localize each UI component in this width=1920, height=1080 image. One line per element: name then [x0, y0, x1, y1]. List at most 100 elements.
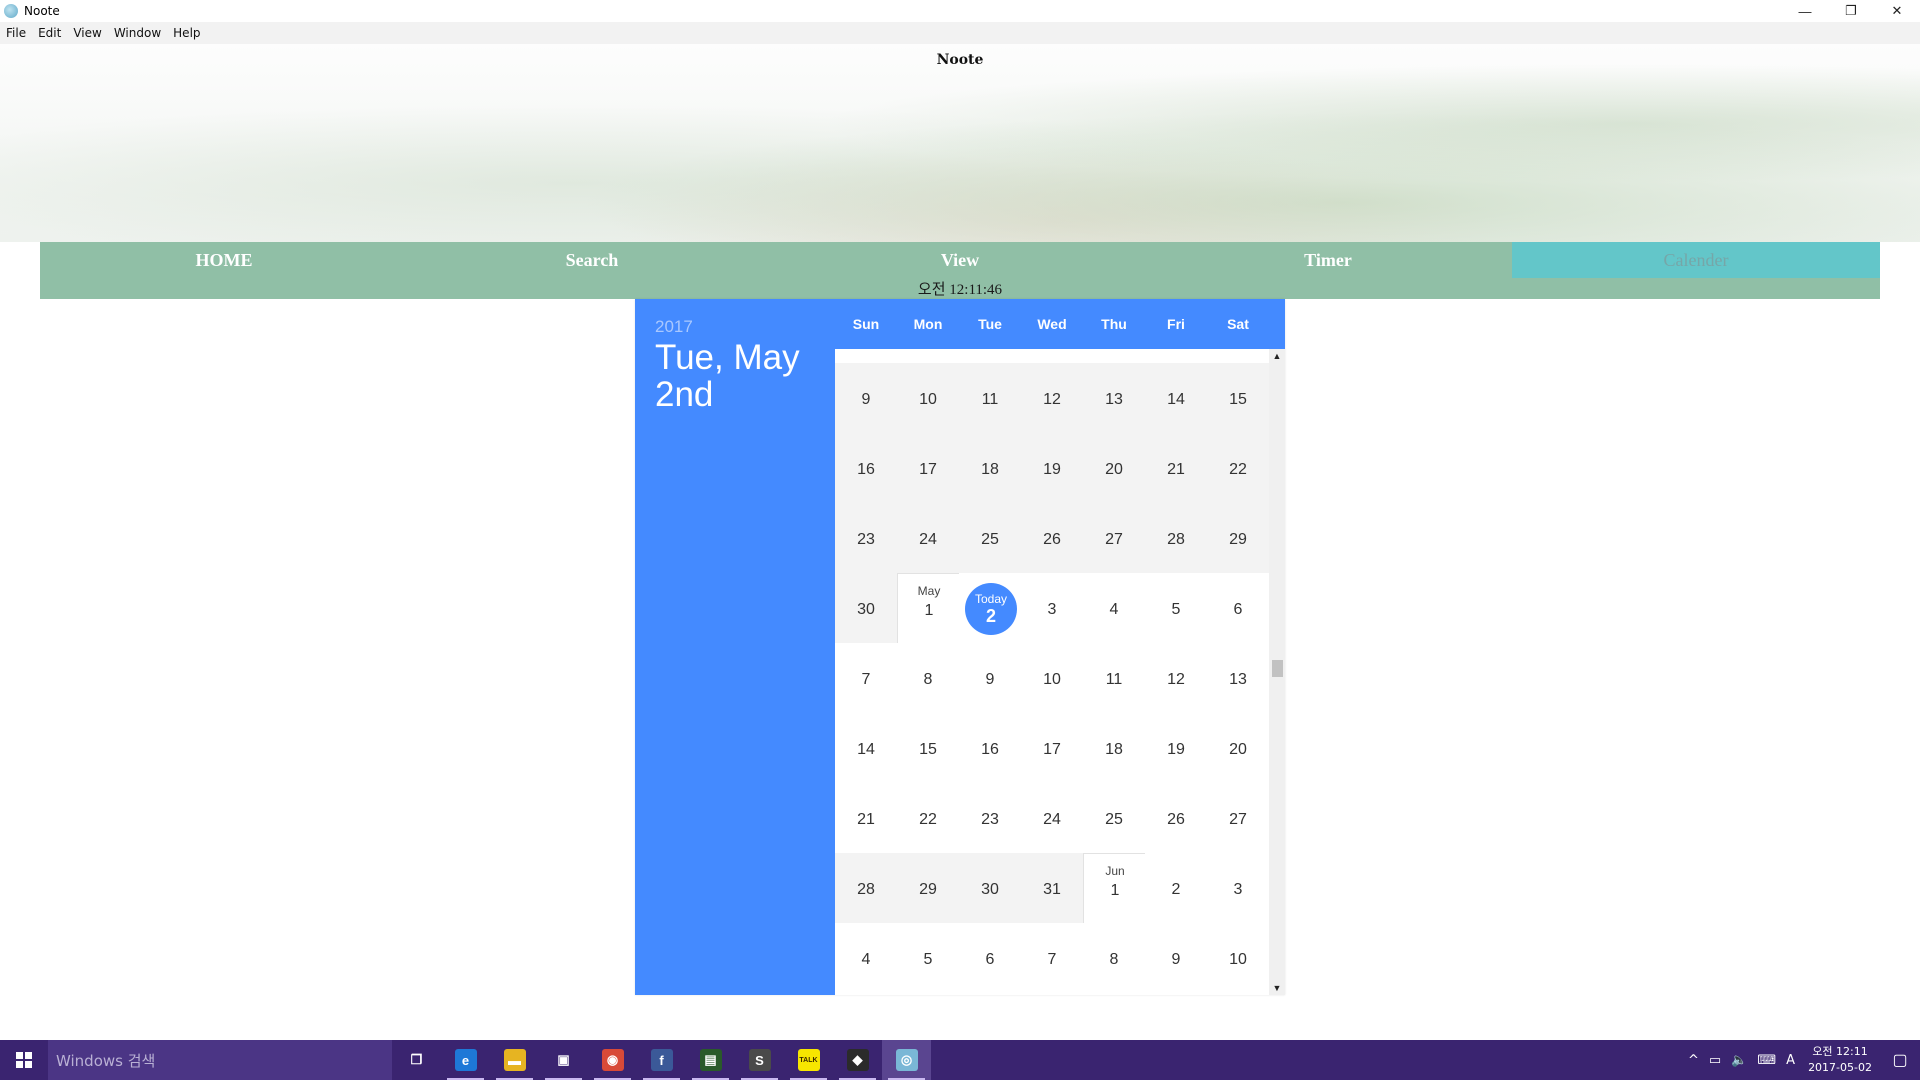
- battery-icon[interactable]: ▭: [1709, 1053, 1721, 1068]
- network-icon[interactable]: ⌨: [1757, 1053, 1776, 1068]
- taskbar-app-button[interactable]: S: [735, 1040, 784, 1080]
- day-cell[interactable]: 28: [835, 853, 897, 923]
- nav-home[interactable]: HOME: [40, 242, 408, 278]
- day-cell[interactable]: 27: [1083, 503, 1145, 573]
- day-cell[interactable]: 12: [1145, 643, 1207, 713]
- day-cell[interactable]: 3: [1021, 573, 1083, 643]
- nav-timer[interactable]: Timer: [1144, 242, 1512, 278]
- menu-view[interactable]: View: [73, 26, 101, 40]
- input-method-icon[interactable]: A: [1786, 1053, 1795, 1068]
- close-button[interactable]: ✕: [1874, 0, 1920, 22]
- day-cell[interactable]: 30: [835, 573, 897, 643]
- day-cell[interactable]: 23: [959, 783, 1021, 853]
- taskbar-app-button[interactable]: ◎: [882, 1040, 931, 1080]
- menu-help[interactable]: Help: [173, 26, 200, 40]
- day-cell[interactable]: 6: [1207, 573, 1269, 643]
- taskbar-app-button[interactable]: TALK: [784, 1040, 833, 1080]
- day-cell[interactable]: 21: [1145, 433, 1207, 503]
- day-cell[interactable]: 7: [1021, 923, 1083, 993]
- nav-view[interactable]: View: [776, 242, 1144, 278]
- day-cell[interactable]: 23: [835, 503, 897, 573]
- day-cell[interactable]: 10: [1021, 643, 1083, 713]
- day-cell[interactable]: 17: [897, 433, 959, 503]
- day-cell[interactable]: 30: [959, 853, 1021, 923]
- menu-file[interactable]: File: [6, 26, 26, 40]
- menu-edit[interactable]: Edit: [38, 26, 61, 40]
- day-cell[interactable]: 22: [897, 783, 959, 853]
- day-cell[interactable]: 12: [1021, 363, 1083, 433]
- notification-icon[interactable]: ▢: [1880, 1040, 1920, 1080]
- day-cell[interactable]: 26: [1021, 503, 1083, 573]
- scrollbar-thumb[interactable]: [1272, 660, 1283, 677]
- minimize-button[interactable]: —: [1782, 0, 1828, 22]
- day-cell[interactable]: 20: [1207, 713, 1269, 783]
- taskbar-app-button[interactable]: ◉: [588, 1040, 637, 1080]
- tray-overflow-icon[interactable]: ^: [1688, 1053, 1699, 1068]
- day-cell[interactable]: 9: [1145, 923, 1207, 993]
- day-cell[interactable]: 4: [1083, 573, 1145, 643]
- calendar-scrollbar[interactable]: ▲ ▼: [1269, 349, 1285, 995]
- restore-button[interactable]: ❐: [1828, 0, 1874, 22]
- day-cell[interactable]: 15: [897, 713, 959, 783]
- day-cell[interactable]: 13: [1083, 363, 1145, 433]
- day-cell[interactable]: 9: [959, 643, 1021, 713]
- day-cell[interactable]: 24: [897, 503, 959, 573]
- day-cell[interactable]: 11: [959, 363, 1021, 433]
- day-cell[interactable]: 8: [1083, 923, 1145, 993]
- day-cell[interactable]: 25: [959, 503, 1021, 573]
- taskbar-app-button[interactable]: e: [441, 1040, 490, 1080]
- day-cell[interactable]: 29: [1207, 503, 1269, 573]
- day-cell[interactable]: 9: [835, 363, 897, 433]
- day-cell[interactable]: 21: [835, 783, 897, 853]
- taskbar-app-button[interactable]: ❐: [392, 1040, 441, 1080]
- scroll-up-icon[interactable]: ▲: [1269, 349, 1285, 363]
- day-cell[interactable]: 13: [1207, 643, 1269, 713]
- day-cell[interactable]: 29: [897, 853, 959, 923]
- taskbar-search-box[interactable]: Windows 검색: [48, 1040, 392, 1080]
- scroll-down-icon[interactable]: ▼: [1269, 981, 1285, 995]
- day-cell[interactable]: 28: [1145, 503, 1207, 573]
- day-cell[interactable]: 14: [835, 713, 897, 783]
- day-cell[interactable]: 18: [959, 433, 1021, 503]
- day-cell[interactable]: 4: [835, 923, 897, 993]
- day-cell[interactable]: May 1: [897, 573, 959, 643]
- day-cell[interactable]: 25: [1083, 783, 1145, 853]
- day-cell[interactable]: 19: [1021, 433, 1083, 503]
- taskbar-app-button[interactable]: ▣: [539, 1040, 588, 1080]
- day-cell[interactable]: 3: [1207, 853, 1269, 923]
- day-cell[interactable]: 10: [1207, 923, 1269, 993]
- day-cell[interactable]: 7: [835, 643, 897, 713]
- day-cell[interactable]: 31: [1021, 853, 1083, 923]
- day-cell[interactable]: 16: [835, 433, 897, 503]
- day-cell[interactable]: 15: [1207, 363, 1269, 433]
- day-cell[interactable]: 19: [1145, 713, 1207, 783]
- day-cell[interactable]: 24: [1021, 783, 1083, 853]
- day-cell[interactable]: 17: [1021, 713, 1083, 783]
- day-cell[interactable]: 26: [1145, 783, 1207, 853]
- year-label[interactable]: 2017: [655, 317, 693, 337]
- day-cell[interactable]: Jun 1: [1083, 853, 1145, 923]
- taskbar-app-button[interactable]: ◆: [833, 1040, 882, 1080]
- day-cell[interactable]: 20: [1083, 433, 1145, 503]
- taskbar-app-button[interactable]: f: [637, 1040, 686, 1080]
- taskbar-app-button[interactable]: ▤: [686, 1040, 735, 1080]
- day-cell[interactable]: 18: [1083, 713, 1145, 783]
- day-cell[interactable]: 2: [1145, 853, 1207, 923]
- nav-calender[interactable]: Calender: [1512, 242, 1880, 278]
- day-cell[interactable]: 11: [1083, 643, 1145, 713]
- volume-icon[interactable]: 🔈: [1731, 1053, 1747, 1068]
- menu-window[interactable]: Window: [114, 26, 161, 40]
- taskbar-app-button[interactable]: ▬: [490, 1040, 539, 1080]
- day-cell[interactable]: 27: [1207, 783, 1269, 853]
- day-cell[interactable]: 6: [959, 923, 1021, 993]
- day-cell[interactable]: 5: [1145, 573, 1207, 643]
- start-button[interactable]: [0, 1040, 48, 1080]
- day-cell-today[interactable]: Today 2: [959, 573, 1021, 643]
- taskbar-clock[interactable]: 오전 12:11 2017-05-02: [1808, 1044, 1872, 1076]
- day-cell[interactable]: 14: [1145, 363, 1207, 433]
- day-cell[interactable]: 8: [897, 643, 959, 713]
- day-cell[interactable]: 22: [1207, 433, 1269, 503]
- day-cell[interactable]: 10: [897, 363, 959, 433]
- day-cell[interactable]: 5: [897, 923, 959, 993]
- nav-search[interactable]: Search: [408, 242, 776, 278]
